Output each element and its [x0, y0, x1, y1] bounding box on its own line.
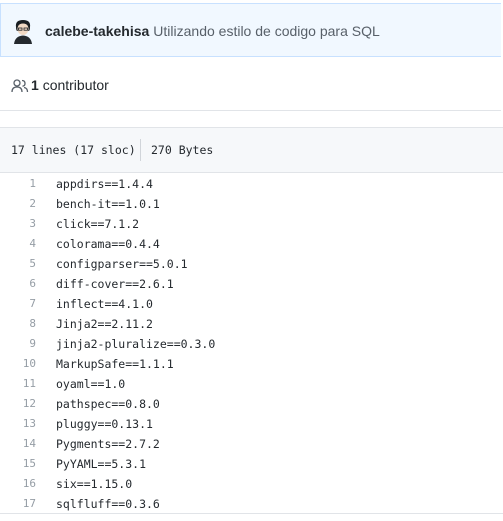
code-blob: 1 appdirs==1.4.4 2 bench-it==1.0.1 3 click==7…: [0, 174, 503, 514]
line-code: bench-it==1.0.1: [56, 197, 160, 211]
line-number[interactable]: 1: [0, 174, 36, 194]
line-number[interactable]: 11: [0, 374, 36, 394]
commit-author-link[interactable]: calebe-takehisa: [45, 23, 149, 39]
code-line: 14 Pygments==2.7.2: [0, 434, 503, 454]
code-line: 13 pluggy==0.13.1: [0, 414, 503, 434]
contributors-bar: 1 contributor: [0, 57, 501, 111]
code-line: 8 Jinja2==2.11.2: [0, 314, 503, 334]
file-info-header: 17 lines (17 sloc) 270 Bytes: [0, 127, 503, 173]
line-code: pluggy==0.13.1: [56, 417, 153, 431]
code-line: 4 colorama==0.4.4: [0, 234, 503, 254]
line-number[interactable]: 14: [0, 434, 36, 454]
user-avatar-icon: [14, 20, 32, 44]
code-line: 2 bench-it==1.0.1: [0, 194, 503, 214]
code-line: 1 appdirs==1.4.4: [0, 174, 503, 194]
contributor-count: 1: [31, 77, 39, 93]
line-code: PyYAML==5.3.1: [56, 457, 147, 471]
line-number[interactable]: 15: [0, 454, 36, 474]
code-line: 9 jinja2-pluralize==0.3.0: [0, 334, 503, 354]
line-code: appdirs==1.4.4: [56, 177, 153, 191]
line-code: Jinja2==2.11.2: [56, 317, 153, 331]
line-number[interactable]: 16: [0, 474, 36, 494]
line-code: pathspec==0.8.0: [56, 397, 160, 411]
line-number[interactable]: 9: [0, 334, 36, 354]
contributors-link[interactable]: 1 contributor: [31, 77, 109, 93]
code-line: 16 six==1.15.0: [0, 474, 503, 494]
line-number[interactable]: 13: [0, 414, 36, 434]
code-line: 17 sqlfluff==0.3.6: [0, 494, 503, 514]
line-code: oyaml==1.0: [56, 377, 126, 391]
line-number[interactable]: 12: [0, 394, 36, 414]
divider: [140, 139, 141, 161]
line-number[interactable]: 8: [0, 314, 36, 334]
latest-commit-bar: calebe-takehisa Utilizando estilo de codi…: [0, 3, 501, 57]
code-line: 12 pathspec==0.8.0: [0, 394, 503, 414]
line-number[interactable]: 5: [0, 254, 36, 274]
line-number[interactable]: 4: [0, 234, 36, 254]
line-code: MarkupSafe==1.1.1: [56, 357, 174, 371]
code-line: 7 inflect==4.1.0: [0, 294, 503, 314]
line-number[interactable]: 6: [0, 274, 36, 294]
code-line: 5 configparser==5.0.1: [0, 254, 503, 274]
line-code: colorama==0.4.4: [56, 237, 160, 251]
line-code: jinja2-pluralize==0.3.0: [56, 337, 216, 351]
avatar[interactable]: [12, 18, 34, 44]
line-number[interactable]: 10: [0, 354, 36, 374]
file-line-count: 17 lines (17 sloc): [11, 143, 136, 157]
line-code: sqlfluff==0.3.6: [56, 497, 160, 511]
contributor-label: contributor: [42, 77, 109, 93]
line-code: six==1.15.0: [56, 477, 133, 491]
code-line: 6 diff-cover==2.6.1: [0, 274, 503, 294]
line-number[interactable]: 7: [0, 294, 36, 314]
line-code: configparser==5.0.1: [56, 257, 188, 271]
code-line: 3 click==7.1.2: [0, 214, 503, 234]
file-size: 270 Bytes: [151, 143, 214, 157]
code-line: 10 MarkupSafe==1.1.1: [0, 354, 503, 374]
code-line: 11 oyaml==1.0: [0, 374, 503, 394]
code-line: 15 PyYAML==5.3.1: [0, 454, 503, 474]
line-code: inflect==4.1.0: [56, 297, 153, 311]
divider: [0, 513, 503, 514]
people-icon: [11, 79, 29, 93]
line-code: Pygments==2.7.2: [56, 437, 160, 451]
line-number[interactable]: 2: [0, 194, 36, 214]
line-number[interactable]: 3: [0, 214, 36, 234]
line-number[interactable]: 17: [0, 494, 36, 514]
line-code: click==7.1.2: [56, 217, 140, 231]
commit-message-link[interactable]: Utilizando estilo de codigo para SQL: [153, 23, 379, 39]
line-code: diff-cover==2.6.1: [56, 277, 174, 291]
